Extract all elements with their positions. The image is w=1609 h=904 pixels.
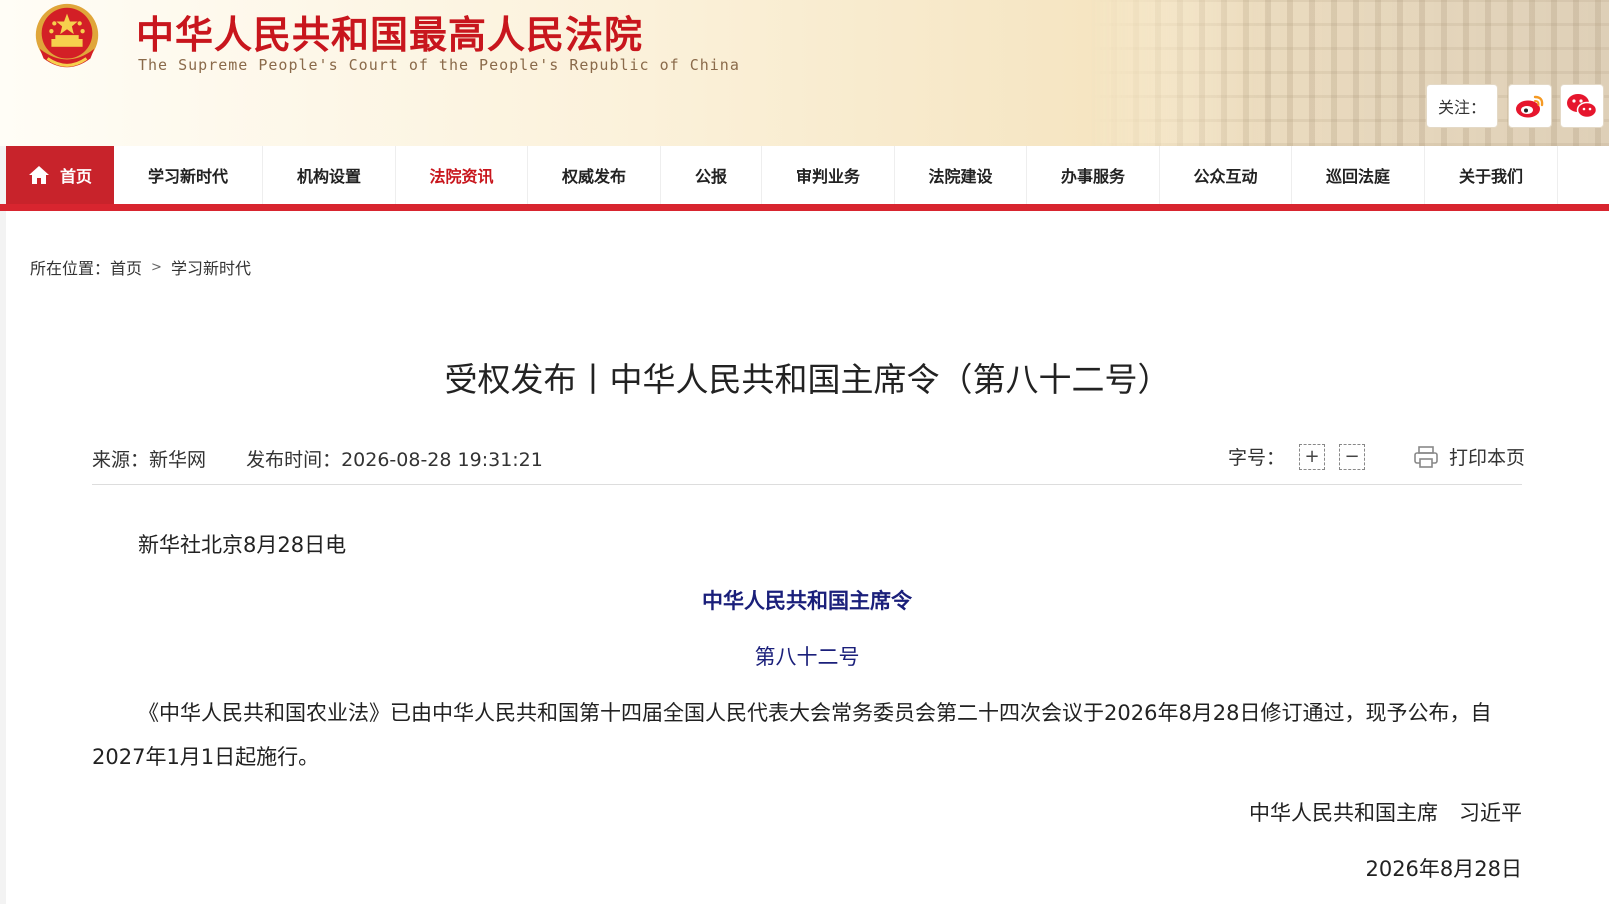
breadcrumb-study[interactable]: 学习新时代 [171,255,251,279]
nav-item-institutions[interactable]: 机构设置 [263,146,396,204]
article-page: 所在位置： 首页 > 学习新时代 受权发布丨中华人民共和国主席令（第八十二号） … [6,211,1609,904]
breadcrumb: 所在位置： 首页 > 学习新时代 [30,255,251,279]
meta-divider [92,484,1522,485]
article-paragraph: 《中华人民共和国农业法》已由中华人民共和国第十四届全国人民代表大会常务委员会第二… [92,701,1492,769]
nav-underline-bar [0,204,1609,211]
wechat-icon [1567,94,1598,119]
site-title-en: The Supreme People's Court of the People… [138,56,740,74]
print-label: 打印本页 [1448,447,1525,469]
printer-icon [1414,445,1438,468]
nav-item-circuit[interactable]: 巡回法庭 [1292,146,1425,204]
nav-item-releases[interactable]: 权威发布 [528,146,661,204]
site-header: 中华人民共和国最高人民法院 The Supreme People's Court… [0,0,1609,146]
weibo-icon [1516,95,1544,118]
article-date: 2026年8月28日 [1365,857,1522,881]
article-tools: 字号： + − 打印本页 [1228,443,1525,470]
weibo-button[interactable] [1508,84,1552,128]
national-emblem-icon[interactable] [28,0,106,78]
nav-item-home[interactable]: 首页 [6,146,114,204]
decree-heading: 中华人民共和国主席令 [702,589,912,613]
nav-item-gazette[interactable]: 公报 [661,146,762,204]
article-publish-time: 发布时间：2026-08-28 19:31:21 [246,449,543,471]
nav-item-construction[interactable]: 法院建设 [895,146,1027,204]
home-icon [28,166,49,184]
wechat-button[interactable] [1560,84,1604,128]
decree-number: 第八十二号 [754,645,860,669]
article-signature: 中华人民共和国主席 习近平 [1249,801,1522,825]
nav-item-services[interactable]: 办事服务 [1027,146,1160,204]
nav-item-court-news[interactable]: 法院资讯 [396,146,528,204]
font-increase-button[interactable]: + [1298,443,1325,470]
follow-label: 关注： [1426,84,1498,128]
print-button[interactable]: 打印本页 [1413,443,1525,470]
nav-item-study[interactable]: 学习新时代 [114,146,263,204]
breadcrumb-prefix: 所在位置： [30,259,111,278]
article-source: 来源：新华网 [92,449,207,471]
breadcrumb-separator: > [151,259,162,275]
nav-item-about[interactable]: 关于我们 [1425,146,1558,204]
site-title-cn[interactable]: 中华人民共和国最高人民法院 [136,4,643,59]
nav-item-label: 首页 [59,167,92,186]
font-decrease-button[interactable]: − [1338,443,1365,470]
nav-item-interaction[interactable]: 公众互动 [1160,146,1292,204]
main-nav: 首页 学习新时代 机构设置 法院资讯 权威发布 公报 审判业务 法院建设 办事服… [6,146,1609,204]
article-title: 受权发布丨中华人民共和国主席令（第八十二号） [444,360,1171,399]
font-size-label: 字号： [1227,447,1285,469]
nav-item-trial[interactable]: 审判业务 [762,146,895,204]
breadcrumb-home[interactable]: 首页 [110,255,142,279]
article-lead: 新华社北京8月28日电 [138,533,347,557]
article-meta: 来源：新华网 发布时间：2026-08-28 19:31:21 [92,445,577,472]
